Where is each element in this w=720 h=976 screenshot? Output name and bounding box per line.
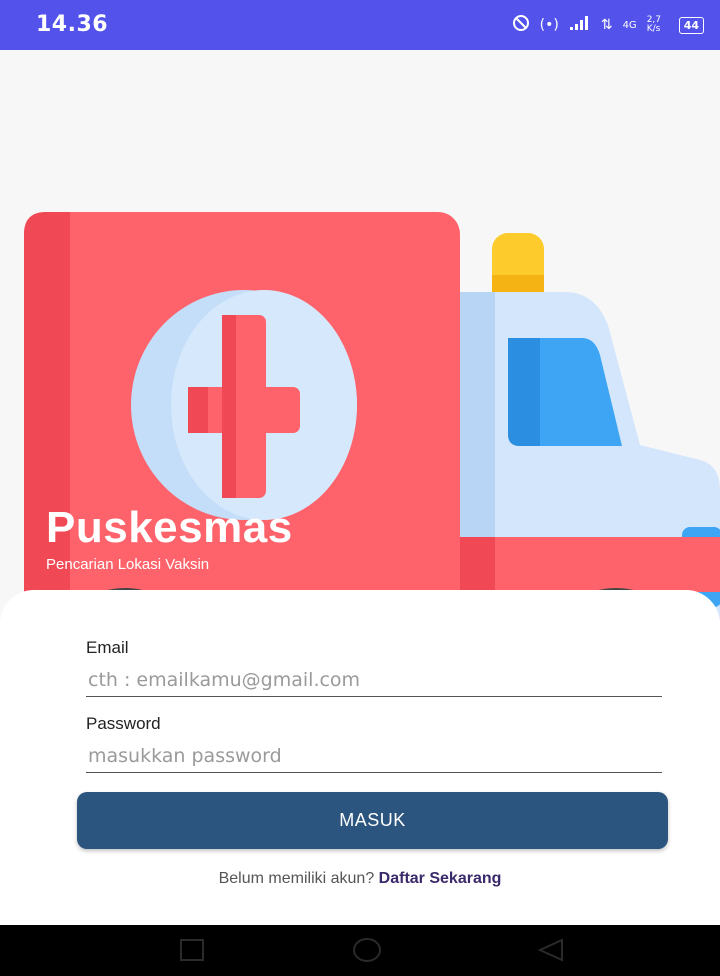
do-not-disturb-icon — [512, 14, 530, 36]
register-link[interactable]: Daftar Sekarang — [379, 870, 502, 887]
home-icon[interactable] — [352, 937, 382, 968]
password-field[interactable] — [86, 739, 662, 773]
login-button[interactable]: MASUK — [77, 792, 668, 849]
app-subtitle: Pencarian Lokasi Vaksin — [46, 556, 210, 573]
network-speed-icon: 2,7 K/s — [646, 15, 662, 34]
register-prompt: Belum memiliki akun? — [218, 870, 379, 887]
status-time: 14.36 — [36, 12, 109, 37]
network-type-label: 4G — [622, 19, 637, 31]
battery-icon: 44 — [678, 16, 704, 34]
email-field[interactable] — [86, 663, 662, 697]
recent-apps-icon[interactable] — [178, 937, 206, 968]
email-label: Email — [86, 638, 129, 657]
4g-signal-icon: 4G — [623, 20, 637, 31]
status-icons: (•) ⇅ 4G 2,7 K/s 44 — [512, 14, 704, 36]
signal-icon — [569, 15, 591, 35]
data-arrows-icon: ⇅ — [600, 17, 613, 33]
status-bar: 14.36 (•) ⇅ 4G 2,7 K/s 44 — [0, 0, 720, 50]
hotspot-icon: (•) — [539, 17, 559, 33]
back-icon[interactable] — [536, 937, 566, 968]
register-prompt-line: Belum memiliki akun? Daftar Sekarang — [0, 870, 720, 888]
app-title: Puskesmas — [46, 503, 293, 552]
system-nav-bar — [0, 925, 720, 976]
password-label: Password — [86, 714, 161, 733]
